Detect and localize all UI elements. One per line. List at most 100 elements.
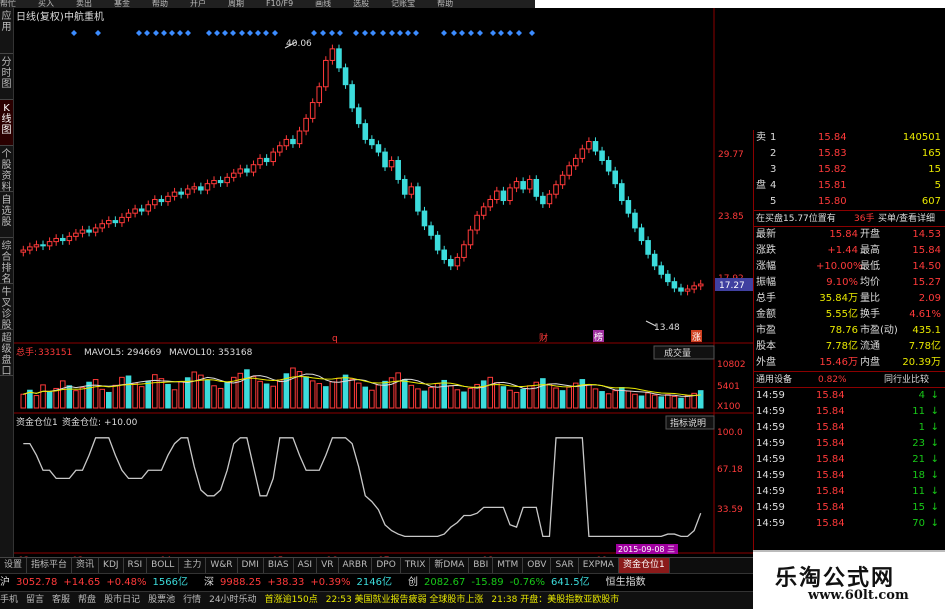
tick-price: 15.84 xyxy=(816,454,845,465)
tab-BOLL[interactable]: BOLL xyxy=(147,558,180,573)
candle-body xyxy=(513,181,520,189)
sector-compare[interactable]: 同行业比较 xyxy=(884,372,929,388)
stat-value: 4.61% xyxy=(909,309,941,320)
order-book-row[interactable]: 卖 1 15.84 140501 xyxy=(754,130,945,146)
ind-tick-2: 33.59 xyxy=(717,505,743,515)
tab-SAR[interactable]: SAR xyxy=(551,558,579,573)
candle-body xyxy=(605,160,612,172)
menu-item[interactable]: 周期 xyxy=(228,0,244,8)
status-item[interactable]: 21:38 开盘：美股指数亚欧股市 xyxy=(491,595,619,605)
diamond-marker xyxy=(153,30,159,36)
tab-主力[interactable]: 主力 xyxy=(179,558,207,573)
tab-OBV[interactable]: OBV xyxy=(523,558,552,573)
order-book-row[interactable]: 5 15.80 607 xyxy=(754,194,945,210)
menu-item[interactable]: 买入 xyxy=(38,0,54,8)
tab-VR[interactable]: VR xyxy=(317,558,339,573)
side-tab[interactable]: 分时图 xyxy=(0,54,13,100)
tab-BBI[interactable]: BBI xyxy=(469,558,494,573)
tab-RSI[interactable]: RSI xyxy=(124,558,148,573)
candle-body xyxy=(540,195,546,205)
menu-item[interactable]: 基金 xyxy=(114,0,130,8)
period-label: 日线(复权) xyxy=(16,10,64,23)
ticker-item[interactable]: 恒生指数 xyxy=(606,577,652,588)
stat-value: 15.27 xyxy=(912,277,941,288)
status-item[interactable]: 股市日记 xyxy=(104,595,140,605)
tab-新DMA[interactable]: 新DMA xyxy=(430,558,470,573)
status-item[interactable]: 24小时乐动 xyxy=(209,595,256,605)
volume-bar xyxy=(250,375,257,409)
volume-bar xyxy=(165,383,171,409)
side-tab[interactable]: 个股资料 xyxy=(0,146,13,192)
tab-W&R[interactable]: W&R xyxy=(206,558,238,573)
volume-bar xyxy=(362,386,369,409)
menu-item[interactable]: 选股 xyxy=(353,0,369,8)
candle-body xyxy=(559,174,566,186)
menu-item[interactable]: 记账宝 xyxy=(391,0,415,8)
status-item[interactable]: 客服 xyxy=(52,595,70,605)
tab-MTM[interactable]: MTM xyxy=(493,558,524,573)
menu-item[interactable]: F10/F9 xyxy=(266,0,293,8)
diamond-marker xyxy=(161,30,167,36)
tab-指标平台[interactable]: 指标平台 xyxy=(27,558,73,573)
tab-KDJ[interactable]: KDJ xyxy=(99,558,124,573)
tab-DPO[interactable]: DPO xyxy=(372,558,401,573)
candle-body xyxy=(290,138,296,145)
order-book-row[interactable]: 2 15.83 165 xyxy=(754,146,945,162)
tab-EXPMA[interactable]: EXPMA xyxy=(579,558,619,573)
side-tab[interactable]: 综合排名 xyxy=(0,238,13,284)
queue-row[interactable]: 在买盘15.77位置有 36手 买单/查看详细 xyxy=(754,210,945,226)
order-book-row[interactable]: 盘 4 15.81 5 xyxy=(754,178,945,194)
volume-bar xyxy=(441,379,447,409)
tab-ASI[interactable]: ASI xyxy=(294,558,318,573)
ticker-item[interactable]: 创 2082.67 -15.89 -0.76% 641.5亿 xyxy=(408,577,596,588)
candle-body xyxy=(296,130,303,145)
tab-DMI[interactable]: DMI xyxy=(238,558,264,573)
candle-body xyxy=(434,234,441,251)
ticker-label: 创 xyxy=(407,577,418,588)
ticker-item[interactable]: 深 9988.25 +38.33 +0.39% 2146亿 xyxy=(204,577,398,588)
tab-资金仓位1[interactable]: 资金仓位1 xyxy=(618,558,670,573)
tab-ARBR[interactable]: ARBR xyxy=(339,558,373,573)
tab-设置[interactable]: 设置 xyxy=(0,558,28,573)
book-side: 盘 xyxy=(756,180,766,191)
side-tab[interactable]: 自选股 xyxy=(0,192,13,238)
diamond-marker xyxy=(507,30,513,36)
tick-volume: 4 xyxy=(918,390,925,401)
queue-link[interactable]: 买单/查看详细 xyxy=(878,211,935,227)
sector-row[interactable]: 通用设备 0.82% 同行业比较 xyxy=(754,371,945,387)
side-tab[interactable]: 应用 xyxy=(0,8,13,54)
menu-item[interactable]: 卖出 xyxy=(76,0,92,8)
menu-item[interactable]: 帮助 xyxy=(152,0,168,8)
side-tab[interactable]: 牛叉诊股 xyxy=(0,284,13,330)
menu-item[interactable]: 帮助 xyxy=(437,0,453,8)
diamond-marker xyxy=(222,30,228,36)
status-item[interactable]: 首涨逾150点 xyxy=(265,595,318,605)
indicator-help-label: 指标说明 xyxy=(670,417,706,429)
tab-资讯[interactable]: 资讯 xyxy=(72,558,100,573)
candle-body xyxy=(375,144,382,153)
status-item[interactable]: 行情 xyxy=(183,595,201,605)
menu-item[interactable]: 帮忙 xyxy=(0,0,16,8)
volume-bar xyxy=(513,391,520,409)
status-item[interactable]: 22:53 美国就业报告疲弱 全球股市上涨 xyxy=(326,595,484,605)
candle-body xyxy=(323,59,329,88)
ticker-text: 9988.25 xyxy=(219,577,262,588)
tab-TRIX[interactable]: TRIX xyxy=(401,558,431,573)
status-item[interactable]: 帮盘 xyxy=(78,595,96,605)
menu-item[interactable]: 开户 xyxy=(190,0,206,8)
candle-body xyxy=(645,240,651,255)
side-tab[interactable]: 超级盘口 xyxy=(0,330,13,376)
status-item[interactable]: 留言 xyxy=(26,595,44,605)
order-book-row[interactable]: 3 15.82 15 xyxy=(754,162,945,178)
candle-body xyxy=(303,117,309,132)
tick-time: 14:59 xyxy=(756,406,785,417)
menu-item[interactable]: 画线 xyxy=(315,0,331,8)
status-item[interactable]: 手机 xyxy=(0,595,18,605)
tab-BIAS[interactable]: BIAS xyxy=(264,558,294,573)
candle-body xyxy=(632,212,638,229)
book-level: 5 xyxy=(770,196,777,207)
status-item[interactable]: 股票池 xyxy=(148,595,175,605)
side-tab[interactable]: K线图 xyxy=(0,100,13,146)
chart-area[interactable]: 日线(复权) 中航重机 40.06 13.48 29.77 23.85 17.9… xyxy=(14,8,758,565)
ticker-item[interactable]: 沪 3052.78 +14.65 +0.48% 1566亿 xyxy=(0,577,194,588)
